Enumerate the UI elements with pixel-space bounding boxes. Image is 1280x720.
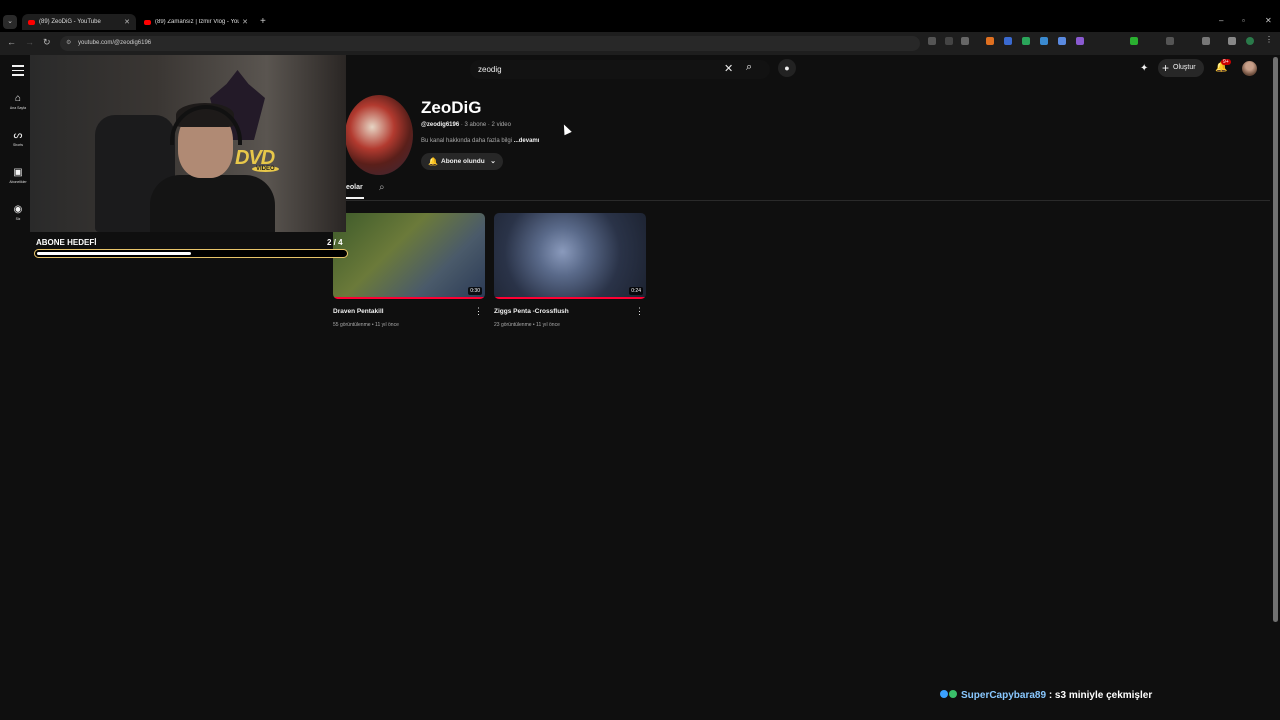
close-window-icon[interactable]: ✕ bbox=[1265, 16, 1272, 25]
watch-progress bbox=[494, 297, 646, 299]
extension-icon[interactable] bbox=[1040, 37, 1048, 45]
extension-icon[interactable] bbox=[1058, 37, 1066, 45]
extension-icon[interactable] bbox=[1130, 37, 1138, 45]
browser-tab-strip: ⌄ (89) ZeoDiG - YouTube ✕ (89) Zamansız … bbox=[0, 0, 1280, 32]
video-card[interactable]: 0:30 Draven Pentakill 55 görüntülenme • … bbox=[333, 213, 485, 328]
url-text: youtube.com/@zeodig6196 bbox=[78, 40, 152, 46]
browser-toolbar: ← → ↻ ⚙ youtube.com/@zeodig6196 bbox=[0, 32, 1280, 55]
bell-icon: 🔔 bbox=[428, 157, 438, 166]
close-tab-icon[interactable]: ✕ bbox=[242, 18, 248, 26]
browser-tab-active[interactable]: (89) ZeoDiG - YouTube ✕ bbox=[22, 14, 136, 30]
watch-progress bbox=[333, 297, 485, 299]
microphone-icon[interactable]: ● bbox=[778, 59, 796, 77]
reload-icon[interactable]: ↻ bbox=[43, 37, 51, 48]
back-arrow-icon[interactable]: ← bbox=[7, 37, 16, 47]
profile-avatar-icon[interactable] bbox=[1246, 37, 1254, 45]
create-button[interactable]: + Oluştur bbox=[1158, 59, 1204, 77]
extension-icon[interactable] bbox=[986, 37, 994, 45]
extensions-puzzle-icon[interactable] bbox=[1202, 37, 1210, 45]
subscribed-button[interactable]: 🔔 Abone olundu ⌄ bbox=[421, 153, 503, 170]
chat-text: : s3 miniyle çekmişler bbox=[1048, 690, 1153, 701]
subscriber-goal-bar bbox=[34, 249, 348, 258]
extension-icon[interactable] bbox=[1166, 37, 1174, 45]
new-tab-button[interactable]: + bbox=[260, 16, 266, 27]
menu-icon[interactable] bbox=[12, 65, 24, 79]
description-more-link[interactable]: ...devamı bbox=[514, 138, 540, 144]
extension-icon[interactable] bbox=[1022, 37, 1030, 45]
restore-icon[interactable]: ▫ bbox=[1242, 16, 1245, 25]
video-duration: 0:30 bbox=[468, 287, 482, 295]
eye-off-icon[interactable] bbox=[945, 37, 953, 45]
dvd-logo-sub: VIDEO bbox=[252, 166, 279, 172]
address-bar[interactable]: ⚙ youtube.com/@zeodig6196 bbox=[60, 36, 920, 51]
cast-icon[interactable] bbox=[928, 37, 936, 45]
tab-videos[interactable]: eolar bbox=[346, 184, 363, 191]
extension-icon[interactable] bbox=[1076, 37, 1084, 45]
divider bbox=[330, 200, 1270, 201]
channel-search-icon[interactable]: ⌕ bbox=[379, 182, 385, 193]
subscribed-label: Abone olundu bbox=[441, 158, 485, 165]
video-thumbnail[interactable]: 0:24 bbox=[494, 213, 646, 299]
video-title[interactable]: Ziggs Penta -Crossflush bbox=[494, 308, 646, 315]
more-options-icon[interactable]: ⋮ bbox=[635, 306, 644, 317]
video-title[interactable]: Draven Pentakill bbox=[333, 308, 485, 315]
video-meta: 23 görüntülenme • 11 yıl önce bbox=[494, 322, 560, 328]
search-icon[interactable]: ⌕ bbox=[746, 61, 752, 74]
plus-icon: + bbox=[1162, 61, 1170, 75]
channel-avatar bbox=[345, 95, 413, 175]
create-label: Oluştur bbox=[1173, 64, 1196, 71]
minimize-icon[interactable]: – bbox=[1219, 16, 1223, 25]
video-duration: 0:24 bbox=[629, 287, 643, 295]
subscriber-goal-label: ABONE HEDEFİ bbox=[36, 238, 97, 247]
tab-search-menu-button[interactable]: ⌄ bbox=[3, 15, 17, 29]
youtube-favicon-icon bbox=[28, 19, 35, 25]
video-card[interactable]: 0:24 Ziggs Penta -Crossflush 23 görüntül… bbox=[494, 213, 646, 328]
browser-menu-icon[interactable]: ⋮ bbox=[1265, 35, 1273, 44]
channel-description[interactable]: Bu kanal hakkında daha fazla bilgi ...de… bbox=[421, 138, 539, 144]
youtube-favicon-icon bbox=[144, 19, 151, 25]
subscriber-goal-fill bbox=[37, 251, 191, 255]
webcam-overlay: DVD VIDEO bbox=[30, 55, 346, 232]
close-tab-icon[interactable]: ✕ bbox=[124, 18, 130, 26]
description-text: Bu kanal hakkında daha fazla bilgi bbox=[421, 138, 513, 144]
channel-meta: @zeodig6196 · 3 abone · 2 video bbox=[421, 122, 511, 128]
notification-badge: 9+ bbox=[1221, 59, 1231, 65]
channel-stats: · 3 abone · 2 video bbox=[460, 122, 511, 128]
forward-arrow-icon[interactable]: → bbox=[25, 37, 34, 47]
video-meta: 55 görüntülenme • 11 yıl önce bbox=[333, 322, 399, 328]
active-tab-indicator bbox=[346, 197, 364, 199]
chat-username: SuperCapybara89 bbox=[961, 690, 1047, 701]
site-info-icon[interactable]: ⚙ bbox=[66, 36, 71, 51]
channel-title: ZeoDiG bbox=[421, 98, 482, 117]
extension-icon[interactable] bbox=[1004, 37, 1012, 45]
tab-title: (89) Zamansız | İzmir Vlog - You bbox=[155, 19, 239, 25]
badge-icon bbox=[940, 690, 948, 698]
account-avatar[interactable] bbox=[1242, 61, 1257, 76]
clear-search-icon[interactable]: ✕ bbox=[724, 62, 733, 75]
browser-tab[interactable]: (89) Zamansız | İzmir Vlog - You ✕ bbox=[138, 14, 254, 30]
subscriber-goal-count: 2 / 4 bbox=[327, 238, 343, 247]
sparkle-icon[interactable]: ✦ bbox=[1140, 63, 1148, 74]
video-thumbnail[interactable]: 0:30 bbox=[333, 213, 485, 299]
scrollbar-thumb[interactable] bbox=[1273, 57, 1278, 622]
chat-message: SuperCapybara89 : s3 miniyle çekmişler bbox=[940, 690, 1152, 701]
streamer-body bbox=[150, 175, 275, 232]
more-options-icon[interactable]: ⋮ bbox=[474, 306, 483, 317]
extension-icon[interactable] bbox=[1228, 37, 1236, 45]
channel-handle: @zeodig6196 bbox=[421, 122, 460, 128]
bookmark-star-icon[interactable] bbox=[961, 37, 969, 45]
tab-title: (89) ZeoDiG - YouTube bbox=[39, 19, 101, 25]
badge-icon bbox=[949, 690, 957, 698]
chevron-down-icon: ⌄ bbox=[490, 158, 496, 165]
